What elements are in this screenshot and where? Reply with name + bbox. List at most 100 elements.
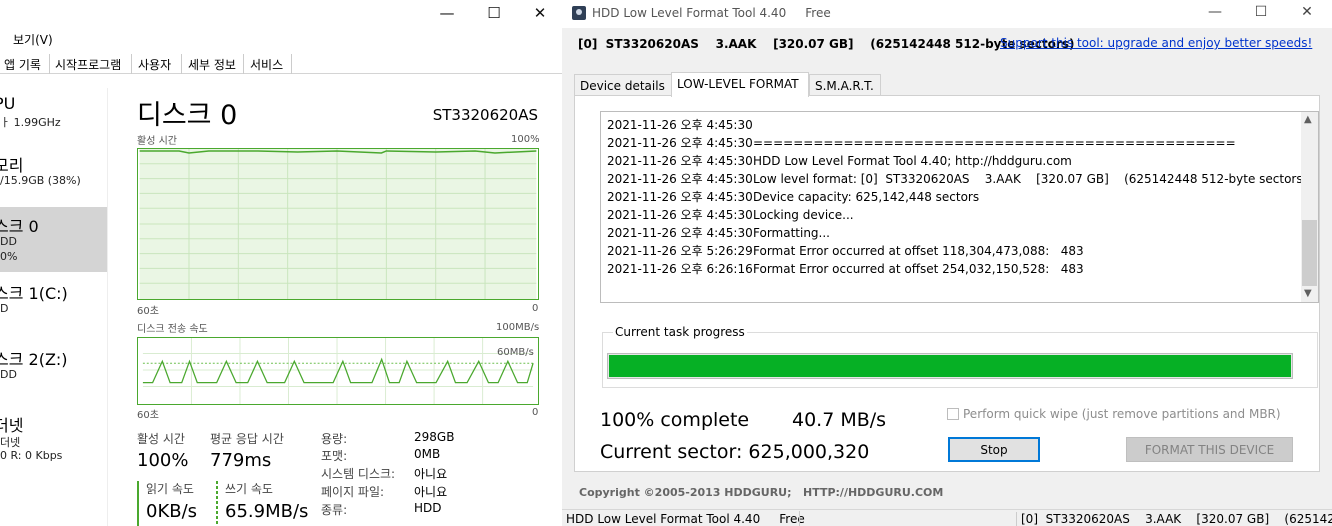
tab-smart[interactable]: S.M.A.R.T. (809, 74, 881, 96)
sidebar-item-sub: DD (0, 368, 17, 381)
log-scrollbar[interactable]: ▲ ▼ (1301, 112, 1318, 302)
sidebar-item-sub: D (0, 302, 9, 315)
log-message: Low level format: [0] ST3320620AS 3.AAK … (753, 172, 1308, 186)
tab-app-history[interactable]: 앱 기록 (0, 54, 50, 74)
sidebar-item-disk2[interactable]: 스크 2(Z:) DD (0, 340, 107, 400)
log-message: HDD Low Level Format Tool 4.40; http://h… (753, 154, 1072, 168)
minimize-icon[interactable]: — (424, 4, 470, 22)
progress-label: Current task progress (613, 325, 747, 339)
transfer-graph-min: 0 (532, 407, 539, 418)
sidebar-item-title: 스크 2(Z:) (0, 350, 68, 369)
type-value: HDD (414, 501, 442, 515)
sidebar-item-disk0[interactable]: 스크 0 DD 0% (0, 207, 107, 272)
log-line: 2021-11-26 오후 5:26:29Format Error occurr… (607, 242, 1084, 259)
log-message: Formatting... (753, 226, 830, 240)
log-message: Format Error occurred at offset 254,032,… (753, 262, 1084, 276)
hdd-llf-window: HDD Low Level Format Tool 4.40 Free — ☐ … (562, 0, 1332, 526)
read-speed-label: 읽기 속도 (146, 482, 194, 496)
title-bar: HDD Low Level Format Tool 4.40 Free — ☐ … (562, 0, 1332, 28)
log-timestamp: 2021-11-26 오후 4:45:30 (607, 208, 753, 222)
checkbox-icon[interactable] (947, 408, 959, 420)
page-title: 디스크 0 (137, 100, 238, 131)
quick-wipe-label: Perform quick wipe (just remove partitio… (963, 407, 1281, 421)
transfer-graph-max: 100MB/s (496, 322, 540, 333)
stop-button[interactable]: Stop (948, 437, 1040, 462)
formatted-value: 0MB (414, 447, 441, 461)
status-bar: HDD Low Level Format Tool 4.40 Free [0] … (562, 509, 1332, 526)
progress-bar (607, 353, 1293, 379)
log-listbox[interactable]: 2021-11-26 오후 4:45:30 2021-11-26 오후 4:45:… (600, 111, 1319, 303)
active-time-graph-time: 60초 (137, 306, 159, 317)
capacity-label: 용량: (321, 432, 348, 446)
sidebar-item-sub2: 0% (0, 250, 18, 263)
sidebar-item-sub: 더넷 (0, 436, 21, 449)
log-timestamp: 2021-11-26 오후 4:45:30 (607, 118, 753, 132)
maximize-icon[interactable]: ☐ (1238, 4, 1284, 20)
sidebar-item-title: 모리 (0, 156, 24, 175)
tab-users[interactable]: 사용자 (132, 54, 182, 74)
scroll-down-icon[interactable]: ▼ (1304, 288, 1312, 299)
sidebar-item-sub: ㅏ 1.99GHz (0, 116, 61, 129)
response-time-value: 779ms (210, 450, 272, 471)
task-manager-window: — ☐ ✕ 보기(V) 앱 기록 시작프로그램 사용자 세부 정보 서비스 PU… (0, 0, 562, 526)
log-message: ========================================… (753, 136, 1236, 150)
sidebar-item-disk1[interactable]: 스크 1(C:) D (0, 274, 107, 334)
read-speed-marker (137, 481, 139, 526)
log-line: 2021-11-26 오후 4:45:30Low level format: [… (607, 170, 1307, 187)
tab-services[interactable]: 서비스 (244, 54, 292, 74)
write-speed-label: 쓰기 속도 (225, 482, 273, 496)
sidebar-item-title: 스크 0 (0, 217, 39, 236)
log-line: 2021-11-26 오후 4:45:30===================… (607, 134, 1236, 151)
view-menu[interactable]: 보기(V) (13, 31, 53, 48)
status-app-name: HDD Low Level Format Tool 4.40 Free (566, 512, 805, 526)
log-line: 2021-11-26 오후 4:45:30Formatting... (607, 224, 830, 241)
status-divider (799, 511, 800, 526)
transfer-graph-label: 디스크 전송 속도 (137, 324, 208, 335)
sidebar-item-ethernet[interactable]: 더넷 더넷 0 R: 0 Kbps (0, 406, 107, 466)
active-time-graph-max: 100% (511, 134, 540, 145)
write-speed-value: 65.9MB/s (225, 501, 309, 522)
log-timestamp: 2021-11-26 오후 6:26:16 (607, 262, 753, 276)
log-line: 2021-11-26 오후 4:45:30Locking device... (607, 206, 854, 223)
sidebar-item-memory[interactable]: 모리 /15.9GB (38%) (0, 146, 107, 200)
window-title: HDD Low Level Format Tool 4.40 Free (592, 6, 831, 20)
response-time-label: 평균 응답 시간 (210, 432, 284, 446)
tab-device-details[interactable]: Device details (574, 74, 672, 96)
system-disk-value: 아니요 (414, 467, 448, 481)
log-timestamp: 2021-11-26 오후 4:45:30 (607, 172, 753, 186)
sidebar-item-cpu[interactable]: PU ㅏ 1.99GHz (0, 88, 107, 140)
minimize-icon[interactable]: — (1192, 4, 1238, 20)
scroll-thumb[interactable] (1302, 220, 1317, 286)
tab-low-level-format[interactable]: LOW-LEVEL FORMAT (671, 72, 809, 97)
sidebar-item-sub2: 0 R: 0 Kbps (0, 449, 63, 462)
tab-startup[interactable]: 시작프로그램 (50, 54, 132, 74)
active-time-label: 활성 시간 (137, 432, 185, 446)
log-line: 2021-11-26 오후 4:45:30Device capacity: 62… (607, 188, 979, 205)
progress-fill (609, 355, 1291, 377)
tab-details[interactable]: 세부 정보 (182, 54, 244, 74)
sidebar-item-sub: DD (0, 235, 17, 248)
sidebar-item-title: PU (0, 94, 16, 113)
log-timestamp: 2021-11-26 오후 5:26:29 (607, 244, 753, 258)
hdd-app-icon (572, 6, 586, 20)
sidebar-item-title: 스크 1(C:) (0, 284, 68, 303)
close-icon[interactable]: ✕ (517, 4, 563, 22)
maximize-icon[interactable]: ☐ (471, 4, 517, 22)
log-timestamp: 2021-11-26 오후 4:45:30 (607, 226, 753, 240)
log-timestamp: 2021-11-26 오후 4:45:30 (607, 154, 753, 168)
log-line: 2021-11-26 오후 6:26:16Format Error occurr… (607, 260, 1084, 277)
close-icon[interactable]: ✕ (1284, 4, 1330, 20)
support-link[interactable]: Support this tool: upgrade and enjoy bet… (1000, 36, 1312, 50)
write-speed-marker (216, 481, 218, 526)
disk-model: ST3320620AS (432, 106, 538, 124)
page-file-value: 아니요 (414, 485, 448, 499)
log-line: 2021-11-26 오후 4:45:30HDD Low Level Forma… (607, 152, 1072, 169)
format-panel: 2021-11-26 오후 4:45:30 2021-11-26 오후 4:45:… (574, 95, 1320, 472)
log-message: Device capacity: 625,142,448 sectors (753, 190, 980, 204)
tm-tab-bar: 앱 기록 시작프로그램 사용자 세부 정보 서비스 (0, 52, 562, 74)
scroll-up-icon[interactable]: ▲ (1304, 114, 1312, 125)
quick-wipe-checkbox[interactable]: Perform quick wipe (just remove partitio… (947, 407, 1281, 421)
sidebar-item-title: 더넷 (0, 416, 24, 435)
transfer-graph-time: 60초 (137, 410, 159, 421)
format-device-button[interactable]: FORMAT THIS DEVICE (1126, 437, 1293, 462)
